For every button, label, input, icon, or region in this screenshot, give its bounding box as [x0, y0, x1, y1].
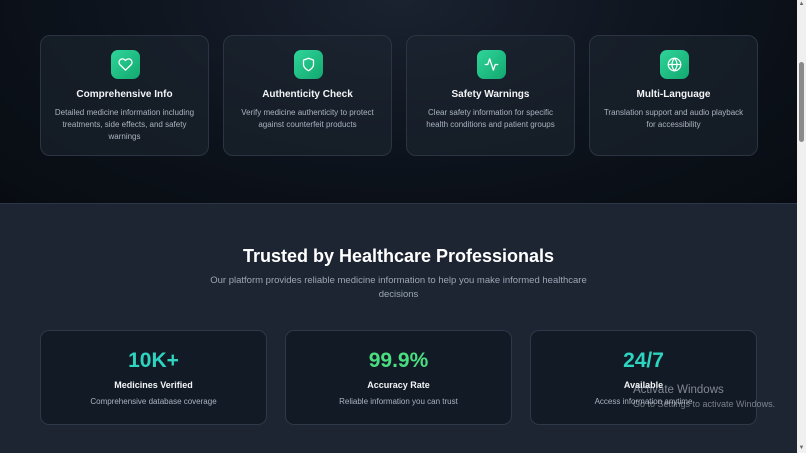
section-subtitle: Our platform provides reliable medicine … — [210, 275, 587, 300]
stat-value: 10K+ — [128, 349, 179, 372]
feature-title: Comprehensive Info — [76, 89, 173, 100]
feature-title: Safety Warnings — [451, 89, 530, 100]
scroll-down-arrow-icon[interactable]: ▼ — [797, 444, 806, 453]
stat-description: Reliable information you can trust — [339, 397, 458, 406]
stat-label: Accuracy Rate — [367, 380, 430, 390]
feature-card-comprehensive-info: Comprehensive Info Detailed medicine inf… — [40, 35, 209, 156]
heart-icon — [111, 50, 140, 79]
stat-card-accuracy-rate: 99.9% Accuracy Rate Reliable information… — [285, 330, 512, 425]
stat-card-availability: 24/7 Available Access information anytim… — [530, 330, 757, 425]
scroll-up-arrow-icon[interactable]: ▲ — [797, 0, 806, 9]
feature-card-authenticity-check: Authenticity Check Verify medicine authe… — [223, 35, 392, 156]
feature-card-safety-warnings: Safety Warnings Clear safety information… — [406, 35, 575, 156]
windows-activation-title: Activate Windows — [633, 384, 724, 396]
vertical-scrollbar[interactable]: ▲ ▼ — [797, 0, 806, 453]
feature-title: Authenticity Check — [262, 89, 353, 100]
stat-label: Medicines Verified — [114, 380, 193, 390]
feature-description: Verify medicine authenticity to protect … — [241, 108, 374, 129]
section-title: Trusted by Healthcare Professionals — [242, 246, 555, 266]
feature-card-multi-language: Multi-Language Translation support and a… — [589, 35, 758, 156]
stat-value: 24/7 — [623, 349, 664, 372]
stat-value: 99.9% — [368, 349, 429, 372]
feature-description: Clear safety information for specific he… — [426, 108, 555, 129]
windows-activation-subtitle: Go to Settings to activate Windows. — [633, 399, 776, 409]
stat-card-medicines-verified: 10K+ Medicines Verified Comprehensive da… — [40, 330, 267, 425]
trusted-section: Trusted by Healthcare Professionals Our … — [0, 203, 797, 453]
feature-title: Multi-Language — [636, 89, 711, 100]
feature-description: Translation support and audio playback f… — [603, 108, 744, 129]
shield-icon — [294, 50, 323, 79]
features-section: Comprehensive Info Detailed medicine inf… — [0, 0, 797, 203]
globe-icon — [660, 50, 689, 79]
activity-icon — [477, 50, 506, 79]
feature-description: Detailed medicine information including … — [54, 108, 195, 141]
scrollbar-thumb[interactable] — [799, 62, 804, 142]
stat-description: Comprehensive database coverage — [90, 397, 217, 406]
